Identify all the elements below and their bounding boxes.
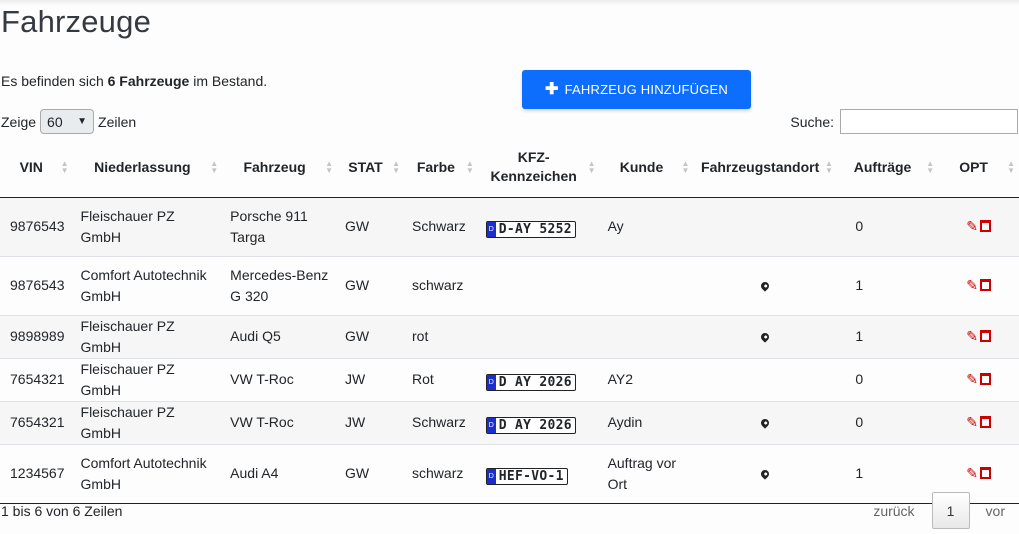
col-header-color[interactable]: Farbe ▲ ▼ [404,138,478,198]
sort-icon: ▲ ▼ [210,159,219,176]
sort-icon: ▲ ▼ [60,159,69,176]
chevron-down-icon: ▼ [77,116,88,127]
edit-icon[interactable]: ✎ [966,277,978,293]
sort-icon: ▲ ▼ [681,159,690,176]
next-page-link[interactable]: vor [986,503,1005,519]
col-header-orders[interactable]: Aufträge ▲ ▼ [836,138,939,198]
license-plate: D HEF-VO-1 [485,467,568,485]
vehicle-count: 6 Fahrzeuge [107,73,190,89]
sort-icon: ▲ ▼ [465,159,474,176]
sort-icon: ▲ ▼ [1007,159,1015,176]
trash-icon[interactable] [979,220,991,232]
page-length-control: Zeige 60 ▼ Zeilen [1,109,136,134]
eu-band: D [486,374,496,390]
license-plate: D D-AY 5252 [485,220,576,238]
col-header-branch[interactable]: Niederlassung ▲ ▼ [72,138,223,198]
stock-summary: Es befinden sich 6 Fahrzeuge im Bestand. [1,73,268,89]
table-row: 7654321 Fleischauer PZ GmbH VW T-Roc JW … [0,401,1019,444]
plus-icon: ✚ [544,80,559,98]
license-plate: DD AY 2026 [485,416,576,434]
location-pin-icon[interactable] [759,468,771,480]
table-info: 1 bis 6 von 6 Zeilen [1,503,123,519]
sort-icon: ▲ ▼ [587,159,596,176]
trash-icon[interactable] [979,279,991,291]
col-header-vehicle[interactable]: Fahrzeug ▲ ▼ [222,138,337,198]
add-vehicle-button[interactable]: ✚ FAHRZEUG HINZUFÜGEN [522,70,751,109]
eu-band: D [486,417,496,433]
trash-icon[interactable] [979,467,991,479]
top-shadow [0,0,1019,6]
sort-icon: ▲ ▼ [392,159,401,176]
search-input[interactable] [840,109,1018,134]
location-pin-icon[interactable] [759,417,771,429]
edit-icon[interactable]: ✎ [966,328,978,344]
col-header-opt[interactable]: OPT ▲ ▼ [938,138,1019,198]
edit-icon[interactable]: ✎ [966,371,978,387]
table-row: 9876543 Fleischauer PZ GmbH Porsche 911 … [0,197,1019,256]
col-header-location[interactable]: Fahrzeugstandort ▲ ▼ [693,138,837,198]
edit-icon[interactable]: ✎ [966,218,978,234]
sort-icon: ▲ ▼ [325,159,333,176]
page-title: Fahrzeuge [1,4,152,39]
eu-band: D [486,468,496,484]
sort-icon: ▲ ▼ [824,159,833,176]
col-header-stat[interactable]: STAT ▲ ▼ [336,138,405,198]
pagination: zurück 1 vor [873,492,1005,529]
location-pin-icon[interactable] [759,280,771,292]
prev-page-link[interactable]: zurück [873,503,914,519]
table-row: 9876543 Comfort Autotechnik GmbH Mercede… [0,256,1019,315]
page-length-select[interactable]: 60 ▼ [40,109,95,134]
sort-icon: ▲ ▼ [926,159,935,176]
vehicles-table: VIN ▲ ▼ Niederlassung ▲ ▼ Fahrzeug ▲ ▼ STAT ▲ ▼ … [0,138,1019,504]
eu-band: D [486,221,496,237]
edit-icon[interactable]: ✎ [966,414,978,430]
trash-icon[interactable] [979,330,991,342]
page-button-1[interactable]: 1 [931,492,970,529]
col-header-customer[interactable]: Kunde ▲ ▼ [599,138,694,198]
col-header-vin[interactable]: VIN ▲ ▼ [0,138,73,198]
edit-icon[interactable]: ✎ [966,465,978,481]
search-control: Suche: [790,109,1018,134]
trash-icon[interactable] [979,416,991,428]
table-row: 1234567 Comfort Autotechnik GmbH Audi A4… [0,444,1019,503]
trash-icon[interactable] [979,373,991,385]
col-header-plate[interactable]: KFZ- Kennzeichen ▲ ▼ [477,138,600,198]
location-pin-icon[interactable] [759,331,771,343]
license-plate: DD AY 2026 [485,373,576,391]
table-row: 7654321 Fleischauer PZ GmbH VW T-Roc JW … [0,358,1019,401]
table-row: 9898989 Fleischauer PZ GmbH Audi Q5 GW r… [0,315,1019,358]
